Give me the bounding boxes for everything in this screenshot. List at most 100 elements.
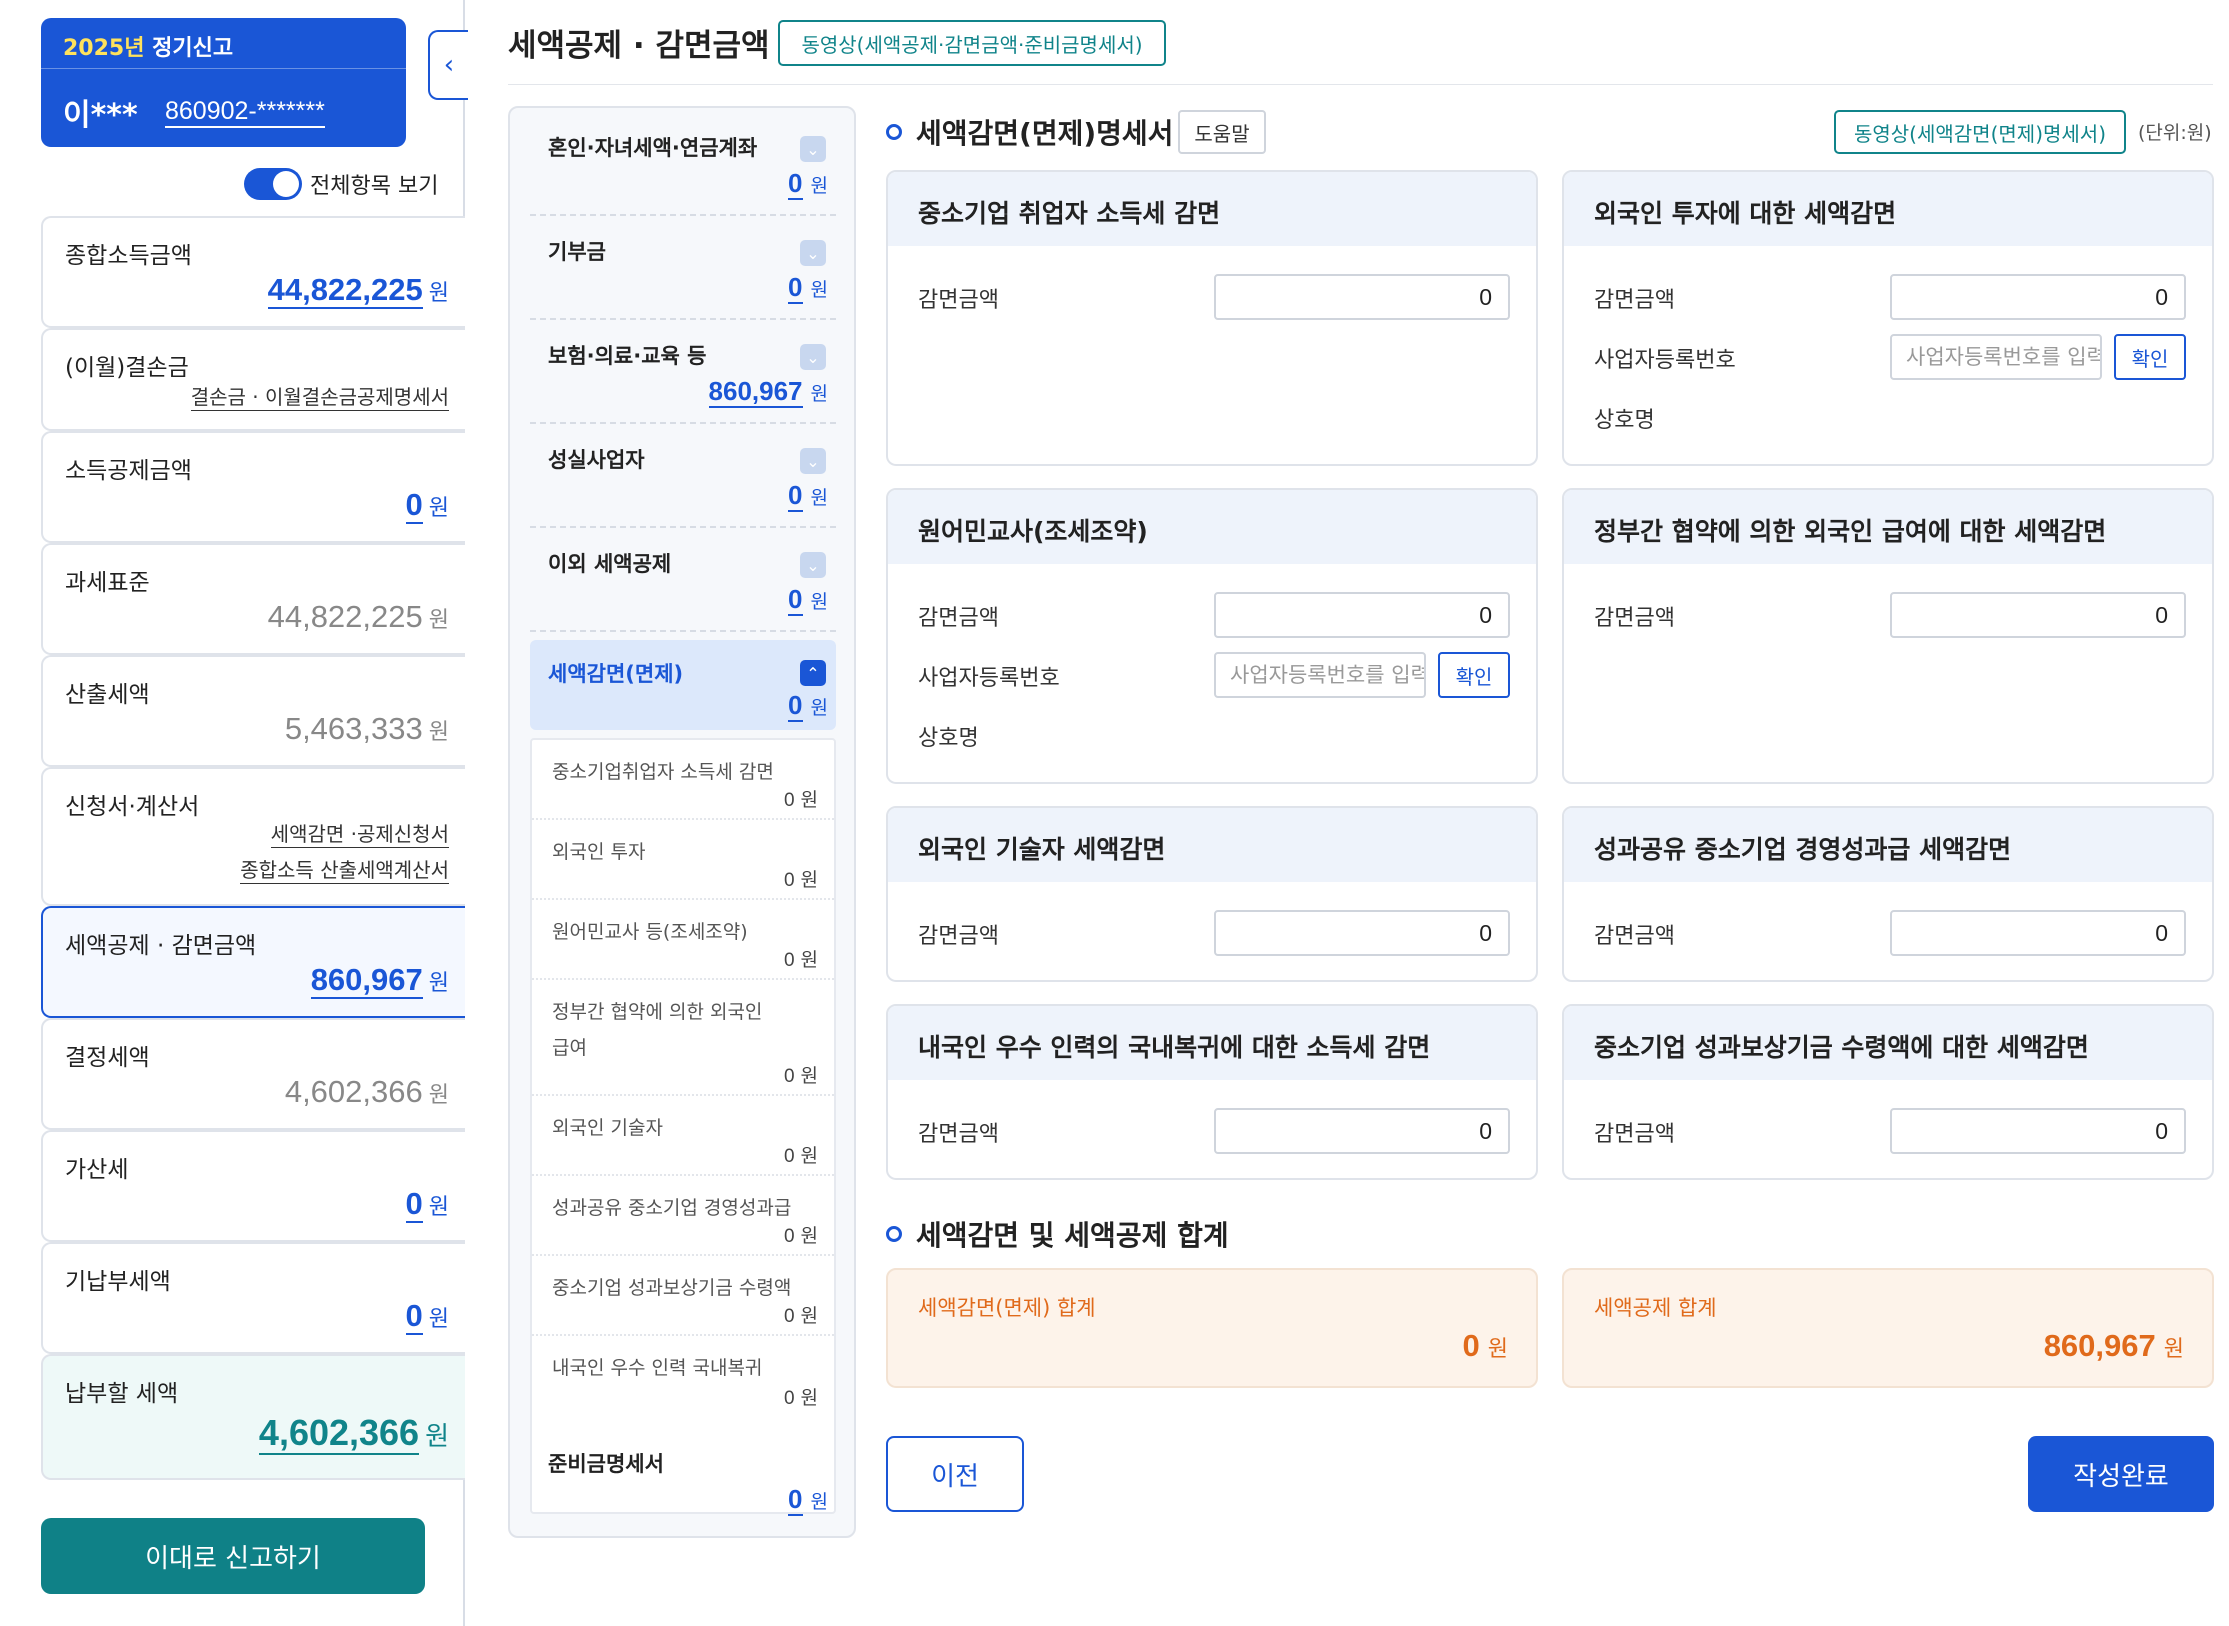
show-all-toggle[interactable] xyxy=(244,168,302,200)
nav-item-insurance-medical-education[interactable]: 보험·의료·교육 등 ⌄ 860,967 원 xyxy=(530,320,836,424)
reduction-video-button[interactable]: 동영상(세액감면(면제)명세서) xyxy=(1834,110,2126,154)
card-foreign-investment: 외국인 투자에 대한 세액감면 감면금액 0 사업자등록번호 사업자등록번호를 … xyxy=(1562,170,2214,466)
nav-item-reserve-statement[interactable]: 준비금명세서 0원 xyxy=(530,1428,836,1532)
card-foreign-engineer: 외국인 기술자 세액감면 감면금액 0 xyxy=(886,806,1538,982)
nav-item-other-credits[interactable]: 이외 세액공제 ⌄ 0원 xyxy=(530,528,836,632)
divider xyxy=(41,68,406,69)
summary-payable: 납부할 세액 4,602,366 원 xyxy=(41,1354,465,1480)
page-title: 세액공제 · 감면금액 xyxy=(508,28,770,64)
user-card: 2025년 정기신고 이*** 860902-******* xyxy=(41,18,406,147)
summary-label: 과세표준 xyxy=(65,570,150,596)
sub-item-foreign-investment[interactable]: 외국인 투자 0원 xyxy=(532,820,834,900)
reduction-sub-list: 중소기업취업자 소득세 감면 0원 외국인 투자 0원 원어민교사 등(조세조약… xyxy=(530,738,836,1514)
summary-credit-reduction[interactable]: 세액공제 · 감면금액 860,967 원 xyxy=(41,906,465,1018)
summary-label: 가산세 xyxy=(65,1157,129,1183)
summary-label: 납부할 세액 xyxy=(65,1381,179,1407)
summary-label: 기납부세액 xyxy=(65,1269,171,1295)
summary-label: 신청서·계산서 xyxy=(65,794,200,820)
sub-item-govt-agreement[interactable]: 정부간 협약에 의한 외국인 급여 0원 xyxy=(532,980,834,1096)
sub-item-reward-fund[interactable]: 중소기업 성과보상기금 수령액 0원 xyxy=(532,1256,834,1336)
complete-button[interactable]: 작성완료 xyxy=(2028,1436,2214,1512)
card-sme-employee: 중소기업 취업자 소득세 감면 감면금액 0 xyxy=(886,170,1538,466)
nav-item-tax-reduction[interactable]: 세액감면(면제) ⌃ 0원 xyxy=(530,640,836,730)
summary-calculated-tax: 산출세액 5,463,333 원 xyxy=(41,655,465,767)
bullet-icon xyxy=(886,1226,902,1242)
card-profit-share: 성과공유 중소기업 경영성과급 세액감면 감면금액 0 xyxy=(1562,806,2214,982)
summary-label: 결정세액 xyxy=(65,1045,150,1071)
card-reward-fund: 중소기업 성과보상기금 수령액에 대한 세액감면 감면금액 0 xyxy=(1562,1004,2214,1180)
foreign-invest-confirm-button[interactable]: 확인 xyxy=(2114,334,2186,380)
summary-panel: 2025년 정기신고 이*** 860902-******* ‹ 전체항목 보기… xyxy=(0,0,468,1626)
foreign-engineer-amount-input[interactable]: 0 xyxy=(1214,910,1510,956)
reward-fund-amount-input[interactable]: 0 xyxy=(1890,1108,2186,1154)
show-all-label: 전체항목 보기 xyxy=(310,174,439,199)
summary-label: 산출세액 xyxy=(65,682,150,708)
card-govt-agreement: 정부간 협약에 의한 외국인 급여에 대한 세액감면 감면금액 0 xyxy=(1562,488,2214,784)
summary-label: 세액공제 · 감면금액 xyxy=(65,933,257,959)
sub-item-talent-return[interactable]: 내국인 우수 인력 국내복귀 0원 xyxy=(532,1336,834,1416)
summary-gross-income: 종합소득금액 44,822,225 원 xyxy=(41,216,465,328)
help-button[interactable]: 도움말 xyxy=(1178,110,1266,154)
summary-loss: (이월)결손금 결손금 · 이월결손금공제명세서 xyxy=(41,328,465,431)
summary-value: 44,822,225 원 xyxy=(267,599,449,634)
sub-item-profit-share[interactable]: 성과공유 중소기업 경영성과급 0원 xyxy=(532,1176,834,1256)
sub-item-native-teacher[interactable]: 원어민교사 등(조세조약) 0원 xyxy=(532,900,834,980)
chevron-down-icon[interactable]: ⌄ xyxy=(800,552,826,578)
nav-item-marriage-child-pension[interactable]: 혼인·자녀세액·연금계좌 ⌄ 0원 xyxy=(530,112,836,216)
talent-return-amount-input[interactable]: 0 xyxy=(1214,1108,1510,1154)
foreign-invest-amount-input[interactable]: 0 xyxy=(1890,274,2186,320)
summary-label: 종합소득금액 xyxy=(65,243,192,269)
foreign-invest-biz-number-input[interactable]: 사업자등록번호를 입력 xyxy=(1890,334,2102,380)
summary-value: 4,602,366 원 xyxy=(284,1074,449,1109)
summary-value: 5,463,333 원 xyxy=(284,711,449,746)
summary-determined-tax: 결정세액 4,602,366 원 xyxy=(41,1018,465,1130)
chevron-up-icon[interactable]: ⌃ xyxy=(800,660,826,686)
summary-value[interactable]: 0원 xyxy=(405,1186,449,1223)
total-credit-card: 세액공제 합계 860,967 원 xyxy=(1562,1268,2214,1388)
card-talent-return: 내국인 우수 인력의 국내복귀에 대한 소득세 감면 감면금액 0 xyxy=(886,1004,1538,1180)
profit-share-amount-input[interactable]: 0 xyxy=(1890,910,2186,956)
filing-period: 2025년 정기신고 xyxy=(63,36,234,61)
collapse-panel-button[interactable]: ‹ xyxy=(428,30,468,100)
sub-item-foreign-engineer[interactable]: 외국인 기술자 0원 xyxy=(532,1096,834,1176)
govt-agreement-amount-input[interactable]: 0 xyxy=(1890,592,2186,638)
tax-calculation-link[interactable]: 종합소득 산출세액계산서 xyxy=(240,857,449,884)
summary-value[interactable]: 0원 xyxy=(405,1298,449,1335)
nav-item-donation[interactable]: 기부금 ⌄ 0원 xyxy=(530,216,836,320)
section-title-totals: 세액감면 및 세액공제 합계 xyxy=(886,1214,1229,1254)
summary-value: 4,602,366 원 xyxy=(258,1412,449,1455)
chevron-down-icon[interactable]: ⌄ xyxy=(800,344,826,370)
chevron-down-icon[interactable]: ⌄ xyxy=(800,448,826,474)
video-guide-button[interactable]: 동영상(세액공제·감면금액·준비금명세서) xyxy=(778,20,1166,66)
toggle-knob xyxy=(273,171,299,197)
native-teacher-amount-input[interactable]: 0 xyxy=(1214,592,1510,638)
total-reduction-card: 세액감면(면제) 합계 0원 xyxy=(886,1268,1538,1388)
native-teacher-confirm-button[interactable]: 확인 xyxy=(1438,652,1510,698)
card-native-teacher: 원어민교사(조세조약) 감면금액 0 사업자등록번호 사업자등록번호를 입력 확… xyxy=(886,488,1538,784)
header-divider xyxy=(508,84,2213,85)
reduction-application-link[interactable]: 세액감면 ·공제신청서 xyxy=(270,821,449,848)
summary-income-deduction: 소득공제금액 0원 xyxy=(41,431,465,543)
summary-value[interactable]: 860,967 원 xyxy=(310,962,449,999)
loss-statement-link[interactable]: 결손금 · 이월결손금공제명세서 xyxy=(190,384,449,411)
bullet-icon xyxy=(886,124,902,140)
sme-amount-input[interactable]: 0 xyxy=(1214,274,1510,320)
summary-forms: 신청서·계산서 세액감면 ·공제신청서 종합소득 산출세액계산서 xyxy=(41,767,465,906)
section-nav: 혼인·자녀세액·연금계좌 ⌄ 0원 기부금 ⌄ 0원 보험·의료·교육 등 ⌄ … xyxy=(508,106,856,1538)
summary-value[interactable]: 0원 xyxy=(405,487,449,524)
chevron-left-icon: ‹ xyxy=(443,50,455,80)
section-title-reduction: 세액감면(면제)명세서 xyxy=(886,112,1173,152)
summary-prepaid: 기납부세액 0원 xyxy=(41,1242,465,1354)
show-all-toggle-row[interactable]: 전체항목 보기 xyxy=(244,168,438,200)
native-teacher-biz-number-input[interactable]: 사업자등록번호를 입력 xyxy=(1214,652,1426,698)
summary-value[interactable]: 44,822,225 원 xyxy=(267,272,449,309)
chevron-down-icon[interactable]: ⌄ xyxy=(800,136,826,162)
sub-item-sme-employee[interactable]: 중소기업취업자 소득세 감면 0원 xyxy=(532,740,834,820)
user-rrn: 860902-******* xyxy=(165,96,325,128)
unit-label: (단위:원) xyxy=(2138,122,2212,144)
summary-label: (이월)결손금 xyxy=(65,355,189,381)
chevron-down-icon[interactable]: ⌄ xyxy=(800,240,826,266)
previous-button[interactable]: 이전 xyxy=(886,1436,1024,1512)
nav-item-faithful-business[interactable]: 성실사업자 ⌄ 0원 xyxy=(530,424,836,528)
submit-report-button[interactable]: 이대로 신고하기 xyxy=(41,1518,425,1594)
